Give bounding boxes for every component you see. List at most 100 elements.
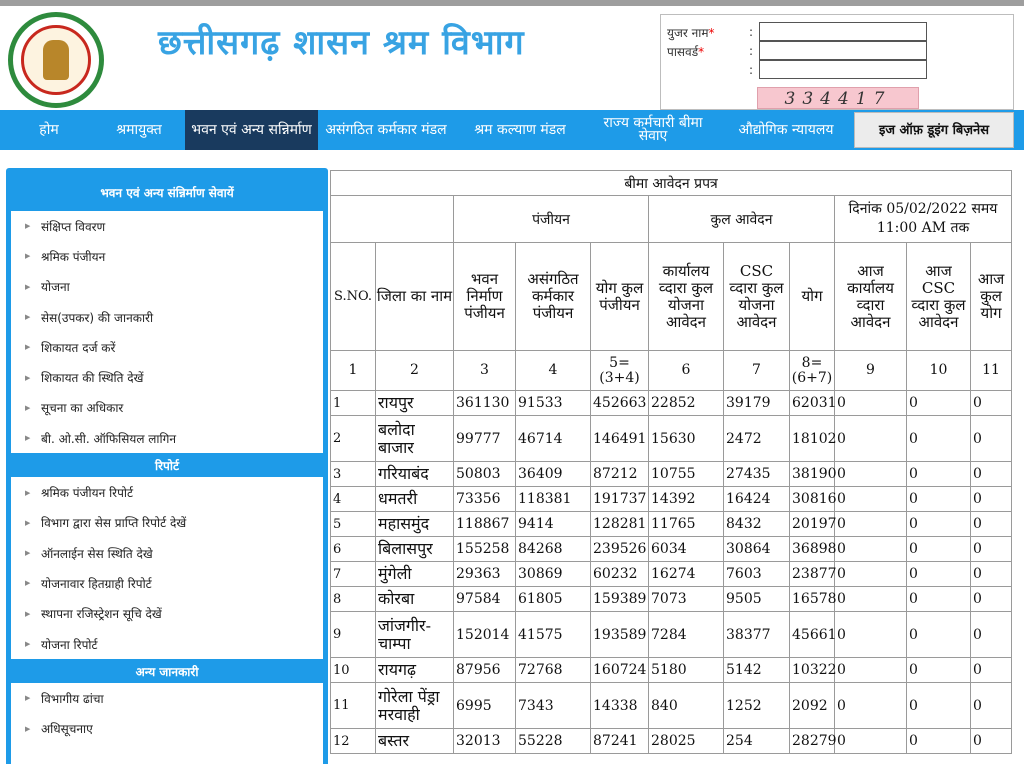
table-cell: 30869 xyxy=(515,561,591,587)
sidebar-item[interactable]: ▶ संक्षिप्त विवरण xyxy=(11,211,323,241)
table-cell: 361130 xyxy=(453,390,516,416)
table-cell: 15630 xyxy=(648,415,724,462)
table-cell: 0 xyxy=(969,682,1013,729)
arrow-right-icon: ▶ xyxy=(25,488,31,497)
row-serial: 11 xyxy=(330,682,376,729)
sidebar-item-label: संक्षिप्त विवरण xyxy=(41,219,106,234)
sidebar-item[interactable]: ▶ योजना xyxy=(11,272,323,302)
sidebar-item-label: सेस(उपकर) की जानकारी xyxy=(41,310,154,325)
username-row: युजर नाम* : xyxy=(667,23,759,41)
nav-esi-services[interactable]: राज्य कर्मचारी बीमा सेवाए xyxy=(588,110,718,150)
password-label: पासवर्ड xyxy=(667,44,699,59)
row-serial: 7 xyxy=(330,561,376,587)
table-row: 8 कोरबा 97584 61805 159389 7073 9505 16578 0 0 0 xyxy=(330,586,1013,612)
table-row: 9 जांजगीर-चाम्पा 152014 41575 193589 7284 3837… xyxy=(330,611,1013,658)
sidebar-item[interactable]: ▶ बी. ओ.सी. ऑफिसियल लागिन xyxy=(11,423,323,453)
table-cell: 452663 xyxy=(590,390,649,416)
password-input[interactable] xyxy=(759,41,927,60)
arrow-right-icon: ▶ xyxy=(25,403,31,412)
sidebar-item[interactable]: ▶ विभागीय ढांचा xyxy=(11,683,323,713)
sidebar-item[interactable]: ▶ स्थापना रजिस्ट्रेशन सूचि देखें xyxy=(11,599,323,629)
table-cell: 32013 xyxy=(453,728,516,754)
table-cell: 23877 xyxy=(789,561,837,587)
table-cell: 41575 xyxy=(515,611,591,658)
sidebar-item[interactable]: ▶ विभाग द्वारा सेस प्राप्ति रिपोर्ट देखें xyxy=(11,508,323,538)
table-cell: 6995 xyxy=(453,682,516,729)
required-mark: * xyxy=(698,44,705,59)
table-cell: 239526 xyxy=(590,536,649,562)
nav-unorganised-workers-board[interactable]: असंगठित कर्मकार मंडल xyxy=(322,110,450,150)
sidebar-item-label: शिकायत की स्थिति देखें xyxy=(41,371,144,386)
colon: : xyxy=(748,63,754,77)
nav-industrial-court[interactable]: औद्योगिक न्यायलय xyxy=(722,110,850,150)
table-cell: 0 xyxy=(834,657,907,683)
sidebar-item-label: योजनावार हितग्राही रिपोर्ट xyxy=(41,576,152,591)
table-cell: 0 xyxy=(834,415,907,462)
table-cell: 10755 xyxy=(648,461,724,487)
sidebar-item[interactable]: ▶ सेस(उपकर) की जानकारी xyxy=(11,302,323,332)
column-number: 10 xyxy=(906,350,971,391)
sidebar: भवन एवं अन्य संन्निर्माण सेवायें ▶ संक्षि… xyxy=(6,168,328,764)
sidebar-item[interactable]: ▶ योजना रिपोर्ट xyxy=(11,629,323,659)
cg-govt-emblem-icon xyxy=(8,12,104,108)
sidebar-item-label: योजना xyxy=(41,280,70,295)
site-title: छत्तीसगढ़ शासन श्रम विभाग xyxy=(158,23,525,63)
table-cell: 0 xyxy=(906,390,971,416)
table-cell: 7073 xyxy=(648,586,724,612)
sidebar-item[interactable]: ▶ श्रमिक पंजीयन रिपोर्ट xyxy=(11,477,323,507)
emblem-inner xyxy=(21,25,91,95)
username-input[interactable] xyxy=(759,22,927,41)
sidebar-item[interactable]: ▶ योजनावार हितग्राही रिपोर्ट xyxy=(11,568,323,598)
column-header: कार्यालय व्दारा कुल योजना आवेदन xyxy=(648,242,724,351)
sidebar-item[interactable]: ▶ श्रमिक पंजीयन xyxy=(11,241,323,271)
sidebar-item[interactable]: ▶ सूचना का अधिकार xyxy=(11,393,323,423)
table-cell: 0 xyxy=(969,586,1013,612)
table-cell: 7284 xyxy=(648,611,724,658)
table-cell: 16578 xyxy=(789,586,837,612)
arrow-right-icon: ▶ xyxy=(25,282,31,291)
table-cell: 28279 xyxy=(789,728,837,754)
column-header: S.NO. xyxy=(330,242,376,351)
arrow-right-icon: ▶ xyxy=(25,579,31,588)
table-cell: 0 xyxy=(969,486,1013,512)
district-name: मुंगेली xyxy=(375,561,454,587)
sidebar-item[interactable]: ▶ शिकायत की स्थिति देखें xyxy=(11,362,323,392)
sidebar-item[interactable]: ▶ ऑनलाईन सेस स्थिति देखे xyxy=(11,538,323,568)
sidebar-item-label: स्थापना रजिस्ट्रेशन सूचि देखें xyxy=(41,607,162,622)
district-name: गोरेला पेंड्रा मरवाही xyxy=(375,682,454,729)
table-cell: 14338 xyxy=(590,682,649,729)
table-cell: 0 xyxy=(834,586,907,612)
arrow-right-icon: ▶ xyxy=(25,343,31,352)
table-cell: 87212 xyxy=(590,461,649,487)
sidebar-item[interactable]: ▶ शिकायत दर्ज करें xyxy=(11,332,323,362)
table-cell: 45661 xyxy=(789,611,837,658)
nav-ease-of-doing-business[interactable]: इज ऑफ़ डूइंग बिज़नेस xyxy=(854,112,1014,148)
table-cell: 72768 xyxy=(515,657,591,683)
nav-labour-commissioner[interactable]: श्रमायुक्त xyxy=(96,110,182,150)
table-cell: 30816 xyxy=(789,486,837,512)
captcha-image: 334417 xyxy=(757,87,919,109)
table-row: 10 रायगढ़ 87956 72768 160724 5180 5142 10322 0 0 0 xyxy=(330,657,1013,683)
table-cell: 0 xyxy=(969,728,1013,754)
captcha-input[interactable] xyxy=(759,60,927,79)
table-cell: 87241 xyxy=(590,728,649,754)
nav-labour-welfare-board[interactable]: श्रम कल्याण मंडल xyxy=(455,110,585,150)
table-cell: 0 xyxy=(906,611,971,658)
nav-building-construction[interactable]: भवन एवं अन्य सन्निर्माण xyxy=(185,110,318,150)
sidebar-item-label: योजना रिपोर्ट xyxy=(41,637,98,652)
table-cell: 27435 xyxy=(723,461,790,487)
row-serial: 5 xyxy=(330,511,376,537)
nav-home[interactable]: होम xyxy=(14,110,84,150)
sidebar-item[interactable]: ▶ अधिसूचनाए xyxy=(11,713,323,743)
column-header: भवन निर्माण पंजीयन xyxy=(453,242,516,351)
column-header: योग xyxy=(789,242,835,351)
arrow-right-icon: ▶ xyxy=(25,549,31,558)
sidebar-item-label: शिकायत दर्ज करें xyxy=(41,340,116,355)
table-row: 4 धमतरी 73356 118381 191737 14392 16424 30816 0 0… xyxy=(330,486,1013,512)
table-cell: 0 xyxy=(834,511,907,537)
table-cell: 0 xyxy=(969,561,1013,587)
column-number-row: 1 2 3 4 5=(3+4) 6 7 8=(6+7) 9 10 11 xyxy=(330,350,1013,391)
district-name: बस्तर xyxy=(375,728,454,754)
table-cell: 254 xyxy=(723,728,790,754)
table-cell: 118381 xyxy=(515,486,591,512)
